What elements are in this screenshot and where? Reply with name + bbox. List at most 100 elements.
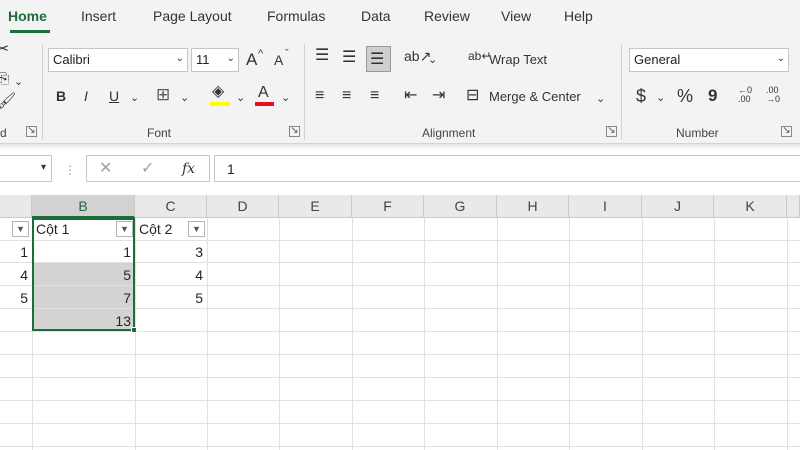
tab-insert[interactable]: Insert — [81, 8, 116, 24]
column-header-h[interactable]: H — [497, 195, 569, 218]
number-format-dropdown[interactable]: General ⌄ — [629, 48, 789, 72]
tab-help[interactable]: Help — [564, 8, 593, 24]
orientation-dropdown-icon[interactable]: ⌄ — [428, 52, 437, 68]
align-right-icon[interactable]: ≡ — [370, 88, 379, 104]
borders-icon[interactable]: ⊞ — [156, 86, 170, 103]
bold-button[interactable]: B — [56, 88, 66, 104]
font-name-dropdown[interactable]: Calibri ⌄ — [48, 48, 188, 72]
merge-center-icon[interactable]: ⊟ — [466, 88, 479, 104]
merge-center-button[interactable]: Merge & Center — [489, 89, 581, 104]
alignment-group-label: Alignment — [422, 126, 476, 140]
group-separator — [304, 44, 305, 140]
number-launcher-icon[interactable]: ↘ — [781, 126, 792, 137]
insert-function-button[interactable]: fx — [182, 161, 195, 177]
increase-decimal-button[interactable]: ←0 .00 — [738, 86, 760, 104]
gridline — [0, 446, 800, 447]
cancel-icon[interactable]: ✕ — [99, 161, 112, 177]
font-group-label: Font — [147, 126, 172, 140]
column-header-g[interactable]: G — [424, 195, 497, 218]
borders-dropdown-icon[interactable]: ⌄ — [180, 90, 189, 106]
gridline — [0, 400, 800, 401]
currency-button[interactable]: $ — [636, 86, 646, 107]
cell-a4[interactable]: 5 — [0, 287, 32, 309]
middle-align-icon[interactable]: ☰ — [342, 50, 356, 66]
font-size-dropdown[interactable]: 11 ⌄ — [191, 48, 239, 72]
underline-dropdown-icon[interactable]: ⌄ — [130, 90, 139, 106]
number-format-value: General — [634, 52, 681, 67]
top-align-icon[interactable]: ☰ — [315, 48, 329, 64]
column-header-b[interactable]: B — [32, 195, 135, 218]
font-color-dropdown-icon[interactable]: ⌄ — [281, 90, 290, 106]
tab-data[interactable]: Data — [361, 8, 391, 24]
align-left-icon[interactable]: ≡ — [315, 88, 324, 104]
fill-handle[interactable] — [131, 327, 137, 333]
formula-input[interactable]: 1 — [214, 155, 800, 182]
decrease-decimal-button[interactable]: .00 →0 — [766, 86, 788, 104]
selection-border — [32, 218, 135, 331]
merge-dropdown-icon[interactable]: ⌄ — [596, 91, 605, 107]
chevron-down-icon: ⌄ — [776, 53, 785, 64]
cell-a3[interactable]: 4 — [0, 264, 32, 286]
cell-c4[interactable]: 5 — [135, 287, 207, 309]
increase-arrow-icon: ^ — [258, 48, 264, 60]
font-launcher-icon[interactable]: ↘ — [289, 126, 300, 137]
column-header-c[interactable]: C — [135, 195, 207, 218]
column-header-f[interactable]: F — [352, 195, 424, 218]
enter-icon[interactable]: ✓ — [141, 161, 154, 177]
tab-page-layout[interactable]: Page Layout — [153, 8, 232, 24]
italic-button[interactable]: I — [84, 88, 88, 104]
clipboard-launcher-icon[interactable]: ↘ — [26, 126, 37, 137]
percent-button[interactable]: % — [677, 86, 693, 107]
tab-home[interactable]: Home — [8, 8, 47, 24]
fill-color-dropdown-icon[interactable]: ⌄ — [236, 90, 245, 106]
gridline — [207, 218, 208, 450]
wrap-text-icon[interactable]: ab↵ — [468, 48, 491, 64]
clipboard-group-label: d — [0, 126, 7, 140]
font-size-value: 11 — [196, 52, 210, 67]
gridline — [714, 218, 715, 450]
column-header-j[interactable]: J — [642, 195, 714, 218]
chevron-down-icon: ⌄ — [226, 53, 235, 64]
cell-c2[interactable]: 3 — [135, 241, 207, 263]
column-header-a-partial[interactable] — [0, 195, 32, 218]
decrease-indent-icon[interactable]: ⇤ — [404, 88, 417, 104]
tab-view[interactable]: View — [501, 8, 531, 24]
copy-icon[interactable]: ⎘ — [0, 70, 9, 86]
header-cell-c[interactable]: Cột 2 — [135, 218, 187, 240]
increase-font-size-button[interactable]: A — [246, 50, 257, 70]
cut-icon[interactable]: ✂ — [0, 42, 9, 58]
filter-dropdown-icon[interactable]: ▼ — [188, 221, 205, 237]
fill-color-icon[interactable]: ◈ — [212, 84, 224, 100]
comma-style-button[interactable]: 9 — [708, 86, 717, 106]
align-center-icon[interactable]: ≡ — [342, 88, 351, 104]
cell-a2[interactable]: 1 — [0, 241, 32, 263]
group-separator — [42, 44, 43, 140]
ribbon-tabs: Home Insert Page Layout Formulas Data Re… — [0, 0, 800, 36]
decrease-font-size-button[interactable]: A — [274, 52, 283, 68]
underline-button[interactable]: U — [109, 88, 119, 104]
tab-formulas[interactable]: Formulas — [267, 8, 325, 24]
column-header-k[interactable]: K — [714, 195, 787, 218]
font-color-button[interactable]: A — [258, 84, 269, 102]
alignment-launcher-icon[interactable]: ↘ — [606, 126, 617, 137]
column-header-i[interactable]: I — [569, 195, 642, 218]
currency-dropdown-icon[interactable]: ⌄ — [656, 90, 665, 106]
ribbon: ✂ ⎘ ⌄ 🖌 d ↘ Calibri ⌄ 11 ⌄ A ^ A ˇ B I U… — [0, 36, 800, 144]
gridline — [352, 218, 353, 450]
cell-c3[interactable]: 4 — [135, 264, 207, 286]
copy-dropdown-icon[interactable]: ⌄ — [14, 74, 23, 90]
column-header-l-partial[interactable] — [787, 195, 800, 218]
gridline — [642, 218, 643, 450]
format-painter-icon[interactable]: 🖌 — [0, 94, 16, 110]
decrease-arrow-icon: ˇ — [285, 48, 289, 60]
filter-dropdown-icon[interactable]: ▼ — [12, 221, 29, 237]
increase-indent-icon[interactable]: ⇥ — [432, 88, 445, 104]
bottom-align-icon[interactable]: ☰ — [370, 52, 384, 68]
name-box[interactable]: ▾ — [0, 155, 52, 182]
gridline — [0, 377, 800, 378]
tab-review[interactable]: Review — [424, 8, 470, 24]
column-header-d[interactable]: D — [207, 195, 279, 218]
gridline — [0, 423, 800, 424]
wrap-text-button[interactable]: Wrap Text — [489, 52, 547, 67]
column-header-e[interactable]: E — [279, 195, 352, 218]
